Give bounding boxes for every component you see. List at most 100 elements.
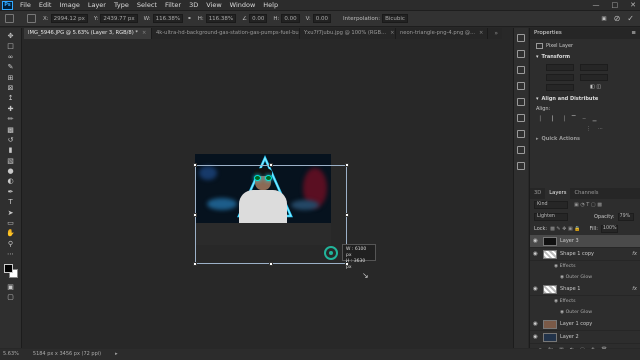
zoom-tool-icon[interactable]: ⚲ xyxy=(6,240,15,248)
history-brush-icon[interactable]: ↺ xyxy=(6,136,15,144)
reference-point-icon[interactable] xyxy=(27,14,36,23)
tab-gas-station[interactable]: 4k-ultra-hd-background-gas-station-gas-p… xyxy=(152,28,300,39)
eraser-tool-icon[interactable]: ▮ xyxy=(6,146,15,154)
libraries-panel-icon[interactable] xyxy=(517,130,525,138)
interpolation-select[interactable]: Bicubic xyxy=(382,14,408,23)
color-swatches[interactable] xyxy=(3,263,18,278)
crop-tool-icon[interactable]: ⊞ xyxy=(6,74,15,82)
layer-row[interactable]: ◉ Layer 3 xyxy=(530,235,640,248)
layer-row[interactable]: ◉ Shape 1 copy fx xyxy=(530,248,640,261)
v-skew-field[interactable]: 0.00 xyxy=(312,14,332,23)
menu-view[interactable]: View xyxy=(202,1,225,9)
prop-width-field[interactable] xyxy=(546,63,574,71)
menu-type[interactable]: Type xyxy=(110,1,133,9)
quick-actions-section[interactable]: ▸ Quick Actions xyxy=(530,134,640,144)
outer-glow-row[interactable]: ◉ Outer Glow xyxy=(530,307,640,318)
more-tabs-icon[interactable]: » xyxy=(494,28,498,39)
layer-row[interactable]: ◉ Layer 2 xyxy=(530,331,640,344)
link-icon[interactable]: ⚭ xyxy=(187,16,192,22)
screen-mode-icon[interactable]: ▢ xyxy=(6,293,15,301)
transform-handle-tl[interactable] xyxy=(193,163,197,167)
distribute-icon[interactable]: ⋯ xyxy=(598,124,603,134)
tab-channels[interactable]: Channels xyxy=(570,188,602,199)
prop-x-field[interactable] xyxy=(546,73,574,81)
kind-filter[interactable]: Kind xyxy=(534,201,568,209)
transform-section[interactable]: ▾ Transform xyxy=(530,52,640,62)
warp-icon[interactable]: ▣ xyxy=(601,16,606,22)
visibility-eye-icon[interactable]: ◉ xyxy=(560,275,564,280)
menu-edit[interactable]: Edit xyxy=(35,1,56,9)
tab-3d[interactable]: 3D xyxy=(530,188,545,199)
close-tab-icon[interactable]: × xyxy=(390,28,394,39)
angle-field[interactable]: 0.00 xyxy=(249,14,268,23)
fx-icon[interactable]: fx xyxy=(632,286,637,292)
blur-tool-icon[interactable]: ● xyxy=(6,167,15,175)
align-right-icon[interactable]: ▕ xyxy=(561,114,565,124)
transform-pivot-icon[interactable] xyxy=(324,246,338,260)
layer-row[interactable]: ◉ Shape 1 fx xyxy=(530,283,640,296)
swatches-panel-icon[interactable] xyxy=(517,146,525,154)
visibility-eye-icon[interactable]: ◉ xyxy=(554,264,558,269)
prop-y-field[interactable] xyxy=(580,73,608,81)
rectangle-tool-icon[interactable]: ▭ xyxy=(6,219,15,227)
fx-icon[interactable]: fx xyxy=(632,251,637,257)
align-left-icon[interactable]: ▏ xyxy=(540,114,544,124)
transform-handle-bm[interactable] xyxy=(269,262,273,266)
align-middle-icon[interactable]: ─ xyxy=(583,114,586,124)
zoom-level[interactable]: 5.63% xyxy=(3,349,19,360)
transform-handle-bl[interactable] xyxy=(193,262,197,266)
menu-image[interactable]: Image xyxy=(55,1,83,9)
transform-handle-tm[interactable] xyxy=(269,163,273,167)
dodge-tool-icon[interactable]: ◐ xyxy=(6,177,15,185)
x-field[interactable]: 2994.12 px xyxy=(50,14,88,23)
menu-filter[interactable]: Filter xyxy=(161,1,185,9)
tab-img-5946[interactable]: IMG_5946.JPG @ 5.63% (Layer 3, RGB/8) * × xyxy=(24,28,152,39)
minimize-icon[interactable]: — xyxy=(593,1,600,9)
pen-tool-icon[interactable]: ✒ xyxy=(6,188,15,196)
cancel-transform-icon[interactable]: ⊘ xyxy=(614,14,621,23)
visibility-eye-icon[interactable]: ◉ xyxy=(533,251,540,257)
menu-3d[interactable]: 3D xyxy=(185,1,202,9)
menu-select[interactable]: Select xyxy=(133,1,161,9)
distribute-icon[interactable]: ⋮ xyxy=(586,124,591,134)
close-tab-icon[interactable]: × xyxy=(142,28,146,39)
canvas-area[interactable]: W : 6100 px H : 3630 px ↘ xyxy=(23,39,513,349)
brush-tool-icon[interactable]: ✏ xyxy=(6,115,15,123)
layer-row[interactable]: ◉ Layer 1 copy xyxy=(530,318,640,331)
visibility-eye-icon[interactable]: ◉ xyxy=(554,299,558,304)
hand-tool-icon[interactable]: ✋ xyxy=(6,229,15,237)
outer-glow-row[interactable]: ◉ Outer Glow xyxy=(530,272,640,283)
align-center-icon[interactable]: ┃ xyxy=(551,114,554,124)
foreground-color[interactable] xyxy=(3,263,13,273)
marquee-tool-icon[interactable]: □ xyxy=(6,42,15,50)
close-tab-icon[interactable]: × xyxy=(479,28,483,39)
history-panel-icon[interactable] xyxy=(517,34,525,42)
lock-icons[interactable]: ▩ ✎ ✥ ▣ 🔒 xyxy=(550,224,580,234)
panel-menu-icon[interactable]: ≡ xyxy=(631,28,636,39)
quick-mask-icon[interactable]: ▣ xyxy=(6,283,15,291)
close-window-icon[interactable]: ✕ xyxy=(630,1,636,9)
gradient-tool-icon[interactable]: ▧ xyxy=(6,157,15,165)
character-panel-icon[interactable] xyxy=(517,82,525,90)
move-tool-icon[interactable]: ✥ xyxy=(6,32,15,40)
path-select-icon[interactable]: ➤ xyxy=(6,209,15,217)
align-top-icon[interactable]: ▔ xyxy=(572,114,576,124)
styles-panel-icon[interactable] xyxy=(517,114,525,122)
transform-handle-mr[interactable] xyxy=(345,213,349,217)
fill-field[interactable]: 100% xyxy=(600,225,618,233)
visibility-eye-icon[interactable]: ◉ xyxy=(560,310,564,315)
prop-angle-field[interactable] xyxy=(546,83,574,91)
clone-stamp-icon[interactable]: ▩ xyxy=(6,126,15,134)
brush-settings-icon[interactable] xyxy=(517,66,525,74)
prop-height-field[interactable] xyxy=(580,63,608,71)
type-tool-icon[interactable]: T xyxy=(6,198,15,206)
paragraph-panel-icon[interactable] xyxy=(517,98,525,106)
height-field[interactable]: 116.38% xyxy=(205,14,237,23)
h-skew-field[interactable]: 0.00 xyxy=(281,14,300,23)
menu-layer[interactable]: Layer xyxy=(84,1,110,9)
commit-transform-icon[interactable]: ✓ xyxy=(627,14,634,23)
lasso-tool-icon[interactable]: ∞ xyxy=(6,53,15,61)
more-tools-icon[interactable]: ⋯ xyxy=(6,250,15,258)
tab-neon-triangle[interactable]: neon-triangle-png-4.png @... × xyxy=(396,28,488,39)
info-panel-icon[interactable] xyxy=(517,162,525,170)
